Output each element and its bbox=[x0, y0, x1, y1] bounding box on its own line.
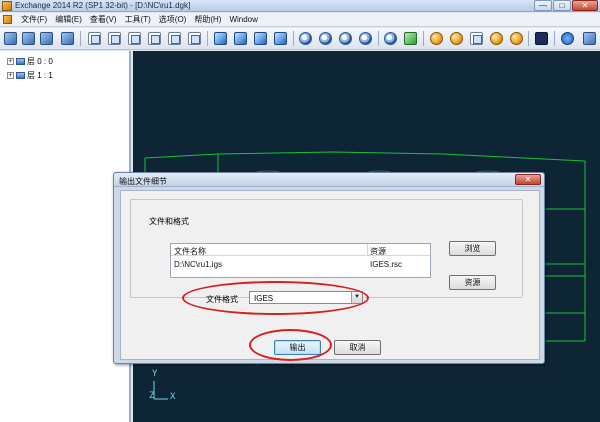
menu-tools[interactable]: 工具(T) bbox=[121, 14, 155, 25]
list-item-resource[interactable]: IGES.rsc bbox=[370, 260, 402, 269]
view-top-icon[interactable] bbox=[168, 32, 181, 45]
dialog-title-bar[interactable]: 输出文件细节 ✕ bbox=[114, 173, 544, 187]
view-bottom-icon[interactable] bbox=[188, 32, 201, 45]
save-icon[interactable] bbox=[61, 32, 74, 45]
plus-icon[interactable]: + bbox=[7, 72, 14, 79]
globe-grid-icon[interactable] bbox=[470, 32, 483, 45]
close-button[interactable]: ✕ bbox=[572, 0, 598, 11]
dialog-title: 输出文件细节 bbox=[119, 177, 167, 186]
light-bulb-icon[interactable] bbox=[510, 32, 523, 45]
toolbar-separator bbox=[528, 31, 529, 46]
shaded-sphere-icon[interactable] bbox=[430, 32, 443, 45]
tree-item-layer-0[interactable]: + 层 0 : 0 bbox=[7, 56, 53, 67]
menu-bar: 文件(F) 编辑(E) 查看(V) 工具(T) 选项(O) 帮助(H) Wind… bbox=[0, 13, 600, 27]
mixed-sphere-icon[interactable] bbox=[490, 32, 503, 45]
tree-item-label: 层 1 : 1 bbox=[27, 71, 53, 80]
file-list[interactable]: 文件名称 资源 D:\NC\ru1.igs IGES.rsc bbox=[170, 243, 431, 278]
cancel-button[interactable]: 取消 bbox=[334, 340, 381, 355]
plus-icon[interactable]: + bbox=[7, 58, 14, 65]
toolbar bbox=[0, 28, 600, 50]
resource-button[interactable]: 资源 bbox=[449, 275, 496, 290]
context-help-icon[interactable] bbox=[583, 32, 596, 45]
import-icon[interactable] bbox=[40, 32, 53, 45]
column-divider[interactable] bbox=[367, 244, 368, 256]
toolbar-separator bbox=[207, 31, 208, 46]
layer-icon bbox=[16, 72, 25, 79]
dropdown-arrow-icon[interactable]: ▼ bbox=[351, 292, 362, 303]
wireframe-sphere-icon[interactable] bbox=[450, 32, 463, 45]
tree-item-label: 层 0 : 0 bbox=[27, 57, 53, 66]
app-icon bbox=[2, 1, 12, 11]
toolbar-separator bbox=[293, 31, 294, 46]
browse-button[interactable]: 浏览 bbox=[449, 241, 496, 256]
menu-window[interactable]: Window bbox=[225, 15, 261, 24]
list-item-filename[interactable]: D:\NC\ru1.igs bbox=[174, 260, 222, 269]
view-back-icon[interactable] bbox=[108, 32, 121, 45]
open-file-icon[interactable] bbox=[22, 32, 35, 45]
axis-y-label: Y bbox=[152, 369, 158, 379]
zoom-fit-icon[interactable] bbox=[359, 32, 372, 45]
iso-view-1-icon[interactable] bbox=[214, 32, 227, 45]
column-header-resource[interactable]: 资源 bbox=[370, 246, 386, 257]
zoom-out-icon[interactable] bbox=[339, 32, 352, 45]
dialog-close-button[interactable]: ✕ bbox=[515, 174, 541, 185]
format-select-value: IGES bbox=[254, 294, 274, 303]
title-bar: Exchange 2014 R2 (SP1 32-bit) - [D:\NC\r… bbox=[0, 0, 600, 12]
minimize-button[interactable]: — bbox=[534, 0, 552, 11]
view-right-icon[interactable] bbox=[148, 32, 161, 45]
format-select[interactable]: IGES ▼ bbox=[249, 291, 363, 304]
maximize-button[interactable]: □ bbox=[553, 0, 571, 11]
document-icon[interactable] bbox=[3, 15, 12, 24]
toolbar-separator bbox=[80, 31, 81, 46]
axis-z-label: Z bbox=[149, 391, 155, 401]
iso-view-2-icon[interactable] bbox=[234, 32, 247, 45]
toolbar-separator bbox=[554, 31, 555, 46]
group-label: 文件和格式 bbox=[148, 216, 190, 227]
zoom-in-icon[interactable] bbox=[319, 32, 332, 45]
refresh-icon[interactable] bbox=[404, 32, 417, 45]
export-file-dialog: 输出文件细节 ✕ 文件和格式 文件名称 资源 D:\NC\ru1.igs IGE… bbox=[113, 172, 545, 364]
view-front-icon[interactable] bbox=[88, 32, 101, 45]
menu-view[interactable]: 查看(V) bbox=[86, 14, 121, 25]
menu-edit[interactable]: 编辑(E) bbox=[51, 14, 86, 25]
layer-tree: + 层 0 : 0 + 层 1 : 1 bbox=[0, 51, 131, 422]
toolbar-separator bbox=[378, 31, 379, 46]
output-button[interactable]: 输出 bbox=[274, 340, 321, 355]
window-controls: — □ ✕ bbox=[534, 0, 598, 11]
layer-icon bbox=[16, 58, 25, 65]
zoom-box-icon[interactable] bbox=[299, 32, 312, 45]
new-file-icon[interactable] bbox=[4, 32, 17, 45]
tree-item-layer-1[interactable]: + 层 1 : 1 bbox=[7, 70, 53, 81]
column-header-filename[interactable]: 文件名称 bbox=[174, 246, 206, 257]
zoom-selection-icon[interactable] bbox=[384, 32, 397, 45]
view-left-icon[interactable] bbox=[128, 32, 141, 45]
format-label: 文件格式 bbox=[206, 295, 238, 304]
axis-x-label: X bbox=[170, 392, 176, 402]
iso-view-3-icon[interactable] bbox=[254, 32, 267, 45]
iso-view-4-icon[interactable] bbox=[274, 32, 287, 45]
menu-file[interactable]: 文件(F) bbox=[17, 14, 51, 25]
display-mode-icon[interactable] bbox=[535, 32, 548, 45]
help-icon[interactable] bbox=[561, 32, 574, 45]
window-title: Exchange 2014 R2 (SP1 32-bit) - [D:\NC\r… bbox=[15, 1, 191, 10]
list-header: 文件名称 资源 bbox=[171, 244, 430, 256]
menu-options[interactable]: 选项(O) bbox=[155, 14, 191, 25]
menu-help[interactable]: 帮助(H) bbox=[190, 14, 225, 25]
toolbar-separator bbox=[423, 31, 424, 46]
